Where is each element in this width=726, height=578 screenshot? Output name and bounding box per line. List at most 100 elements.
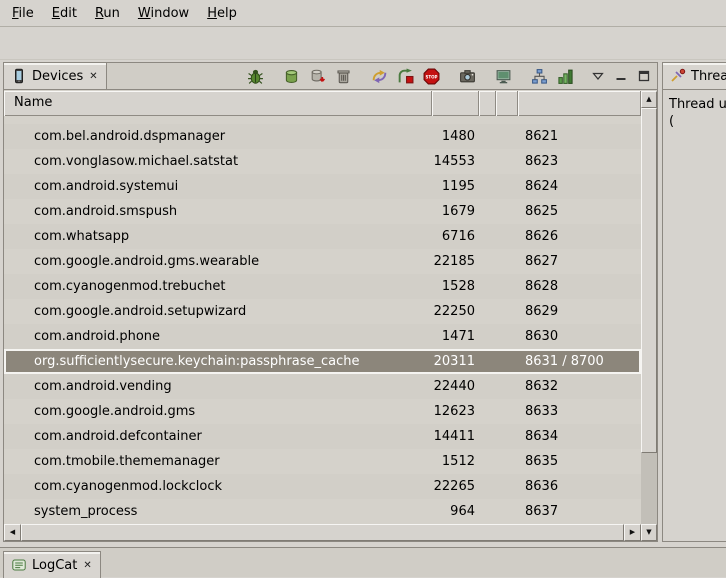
process-pid: 1195: [432, 174, 479, 199]
process-col-3: [479, 124, 496, 149]
column-header-4[interactable]: [496, 91, 518, 116]
process-col-3: [479, 299, 496, 324]
vertical-scrollbar[interactable]: ▲: [641, 91, 657, 524]
process-col-4: [496, 474, 518, 499]
screen-record-icon[interactable]: [491, 65, 515, 87]
process-port: 8621: [518, 124, 641, 149]
process-col-4: [496, 174, 518, 199]
process-name: com.android.systemui: [4, 174, 432, 199]
close-icon[interactable]: ✕: [82, 560, 92, 571]
process-name: com.android.defcontainer: [4, 424, 432, 449]
process-port: 8625: [518, 199, 641, 224]
cause-gc-icon[interactable]: [331, 65, 355, 87]
scroll-up-icon[interactable]: ▲: [641, 91, 657, 108]
tab-threads-label: Threads: [691, 69, 726, 84]
process-row[interactable]: com.bel.android.dspmanager14808621: [4, 124, 641, 149]
process-name: com.google.android.gms.wearable: [4, 249, 432, 274]
process-port: 8634: [518, 424, 641, 449]
maximize-icon[interactable]: [637, 69, 651, 83]
process-port: 8627: [518, 249, 641, 274]
view-controls: [591, 63, 657, 89]
process-col-4: [496, 249, 518, 274]
column-header-port[interactable]: [518, 91, 641, 116]
column-header-3[interactable]: [479, 91, 496, 116]
process-pid: 14411: [432, 424, 479, 449]
process-name: com.google.android.setupwizard: [4, 299, 432, 324]
process-port: 8631 / 8700: [518, 349, 641, 374]
process-pid: 22265: [432, 474, 479, 499]
scroll-right-icon[interactable]: ▶: [624, 524, 641, 541]
tab-logcat[interactable]: LogCat ✕: [3, 551, 101, 578]
process-row[interactable]: com.cyanogenmod.trebuchet15288628: [4, 274, 641, 299]
sysinfo-icon[interactable]: [553, 65, 577, 87]
process-row[interactable]: system_process9648637: [4, 499, 641, 524]
process-col-4: [496, 349, 518, 374]
process-row[interactable]: com.google.android.setupwizard222508629: [4, 299, 641, 324]
menu-file[interactable]: File: [3, 2, 43, 25]
devices-panel: Devices ✕ STOP Name com.bel.android.dspm…: [3, 62, 658, 542]
method-profiling-icon[interactable]: [393, 65, 417, 87]
vertical-scrollbar-thumb[interactable]: [641, 108, 657, 453]
scroll-left-icon[interactable]: ◀: [4, 524, 21, 541]
column-header-name[interactable]: Name: [4, 91, 432, 116]
process-pid: 14553: [432, 149, 479, 174]
process-name: com.whatsapp: [4, 224, 432, 249]
process-row[interactable]: com.android.defcontainer14411 8634: [4, 424, 641, 449]
process-row[interactable]: com.android.phone14718630: [4, 324, 641, 349]
process-col-3: [479, 374, 496, 399]
menu-run[interactable]: Run: [86, 2, 129, 25]
process-table-body: com.bel.android.dspmanager14808621com.vo…: [4, 116, 641, 524]
process-row[interactable]: com.android.smspush16798625: [4, 199, 641, 224]
device-icon: [11, 68, 27, 84]
process-col-3: [479, 349, 496, 374]
tab-devices[interactable]: Devices ✕: [4, 63, 107, 89]
process-col-4: [496, 499, 518, 524]
menu-help[interactable]: Help: [198, 2, 246, 25]
process-pid: 12623: [432, 399, 479, 424]
process-row[interactable]: com.android.vending224408632: [4, 374, 641, 399]
horizontal-scrollbar-thumb[interactable]: [21, 524, 624, 541]
main-toolbar: [0, 27, 726, 60]
menu-edit[interactable]: Edit: [43, 2, 86, 25]
process-col-4: [496, 449, 518, 474]
update-threads-icon[interactable]: [367, 65, 391, 87]
table-header: Name: [4, 91, 641, 116]
process-col-3: [479, 449, 496, 474]
hierarchy-view-icon[interactable]: [527, 65, 551, 87]
process-row[interactable]: com.android.systemui11958624: [4, 174, 641, 199]
process-name: com.cyanogenmod.trebuchet: [4, 274, 432, 299]
scroll-down-icon[interactable]: ▼: [641, 524, 657, 541]
screen-capture-icon[interactable]: [455, 65, 479, 87]
dump-hprof-icon[interactable]: [305, 65, 329, 87]
process-row[interactable]: com.tmobile.thememanager15128635: [4, 449, 641, 474]
update-heap-icon[interactable]: [279, 65, 303, 87]
process-port: 8629: [518, 299, 641, 324]
process-port: 8636: [518, 474, 641, 499]
process-row[interactable]: com.whatsapp67168626: [4, 224, 641, 249]
process-col-4: [496, 374, 518, 399]
minimize-icon[interactable]: [614, 69, 628, 83]
menu-window[interactable]: Window: [129, 2, 198, 25]
process-row-selected[interactable]: org.sufficientlysecure.keychain:passphra…: [4, 349, 641, 374]
process-port: 8623: [518, 149, 641, 174]
threads-icon: [670, 68, 686, 84]
stop-process-icon[interactable]: STOP: [419, 65, 443, 87]
threads-tabbar: Threads: [663, 63, 726, 90]
process-name: com.vonglasow.michael.satstat: [4, 149, 432, 174]
horizontal-scrollbar[interactable]: ◀ ▶: [4, 524, 641, 541]
process-row[interactable]: com.vonglasow.michael.satstat14553 8623: [4, 149, 641, 174]
devices-toolbar: STOP: [231, 63, 577, 89]
view-menu-icon[interactable]: [591, 69, 605, 83]
process-row[interactable]: com.cyanogenmod.lockclock222658636: [4, 474, 641, 499]
process-row[interactable]: com.google.android.gms126238633: [4, 399, 641, 424]
close-icon[interactable]: ✕: [88, 71, 98, 82]
debug-icon[interactable]: [243, 65, 267, 87]
process-col-3: [479, 224, 496, 249]
tab-threads[interactable]: Threads: [663, 63, 726, 89]
column-header-pid[interactable]: [432, 91, 479, 116]
process-row[interactable]: com.google.android.gms.wearable221858627: [4, 249, 641, 274]
process-col-3: [479, 149, 496, 174]
process-pid: 1528: [432, 274, 479, 299]
process-col-3: [479, 274, 496, 299]
process-pid: 1471: [432, 324, 479, 349]
